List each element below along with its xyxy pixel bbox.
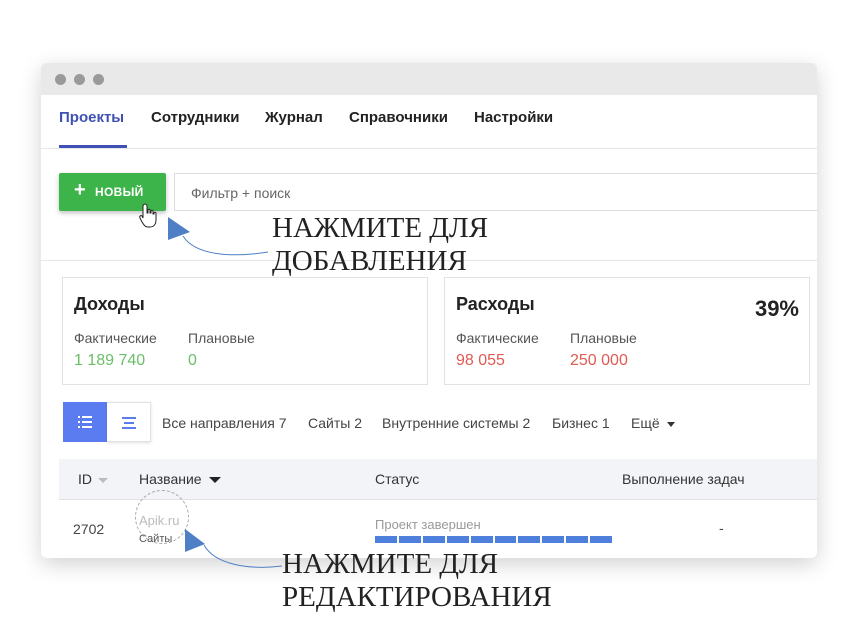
add-callout-line [182,235,269,256]
edit-callout-arrow [185,529,205,552]
add-callout-line2: ДОБАВЛЕНИЯ [272,245,467,277]
edit-callout-text: НАЖМИТЕ ДЛЯ РЕДАКТИРОВАНИЯ [282,548,552,614]
edit-callout-line2: РЕДАКТИРОВАНИЯ [282,581,552,613]
hand-pointer-icon [139,203,157,228]
edit-callout-line1: НАЖМИТЕ ДЛЯ [282,548,499,580]
add-callout-line1: НАЖМИТЕ ДЛЯ [272,212,489,244]
add-callout-text: НАЖМИТЕ ДЛЯ ДОБАВЛЕНИЯ [272,212,488,278]
annotation-overlay [139,203,283,568]
add-callout-arrow [168,217,190,240]
edit-callout-line [203,544,283,568]
